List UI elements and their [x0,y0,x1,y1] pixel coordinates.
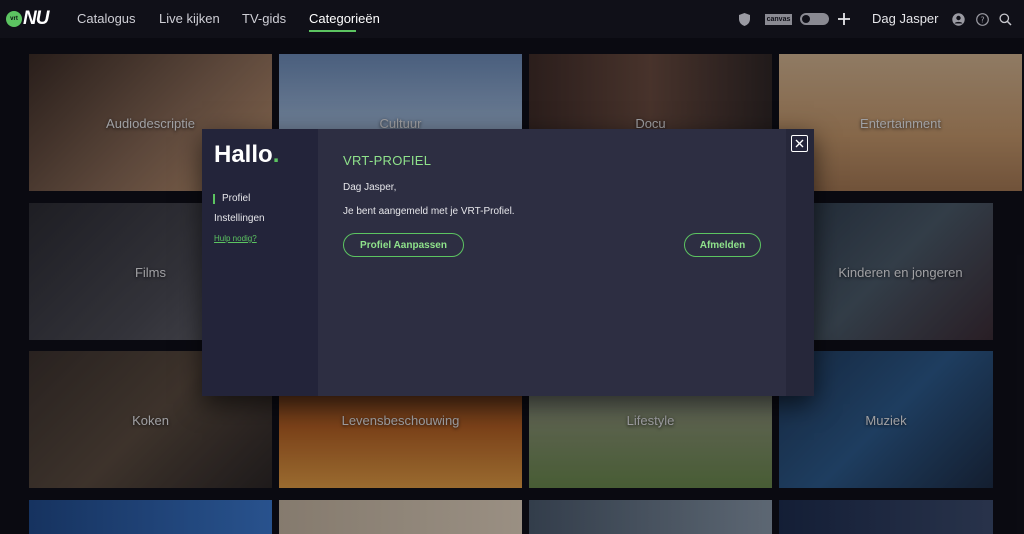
close-icon [795,139,804,148]
vrt-profile-modal: Hallo. Profiel Instellingen Hulp nodig? … [202,129,814,396]
user-greeting[interactable]: Dag Jasper [872,11,938,26]
nav-categorieen[interactable]: Categorieën [309,11,380,26]
logout-button[interactable]: Afmelden [684,233,761,257]
vrt-badge: vrt [6,11,22,27]
edit-profile-button[interactable]: Profiel Aanpassen [343,233,464,257]
sidebar-item-profiel[interactable]: Profiel [212,193,251,204]
logo-text: NU [23,8,49,29]
help-icon[interactable]: ? [974,11,990,27]
sidebar-item-label: Instellingen [214,213,265,224]
user-icon[interactable] [950,11,966,27]
ketnet-badge[interactable] [800,11,829,27]
svg-text:?: ? [980,15,984,24]
search-icon[interactable] [997,11,1013,27]
modal-content: VRT-PROFIEL Dag Jasper, Je bent aangemel… [318,129,786,396]
modal-greeting-line: Dag Jasper, [343,182,397,193]
plus-icon[interactable] [836,11,852,27]
greeting-text: Hallo [214,141,273,168]
help-link[interactable]: Hulp nodig? [214,234,257,243]
sidebar-item-instellingen[interactable]: Instellingen [214,213,265,224]
nav-live-kijken[interactable]: Live kijken [159,11,220,26]
modal-message: Je bent aangemeld met je VRT-Profiel. [343,206,515,217]
modal-greeting: Hallo. [214,141,279,169]
active-nav-indicator [309,30,356,32]
canvas-label: canvas [765,13,792,25]
modal-sidebar: Hallo. Profiel Instellingen Hulp nodig? [202,129,318,396]
vrt-nu-logo[interactable]: vrt NU [6,8,54,29]
canvas-badge[interactable]: canvas [765,11,792,27]
sidebar-item-label: Profiel [222,193,251,204]
nav-tv-gids[interactable]: TV-gids [242,11,286,26]
close-button[interactable] [791,135,808,152]
top-navigation: vrt NU Catalogus Live kijken TV-gids Cat… [0,0,1024,38]
modal-title: VRT-PROFIEL [343,153,432,168]
greeting-dot: . [272,141,280,168]
modal-edge [786,129,814,396]
shield-icon[interactable] [736,11,752,27]
nav-catalogus[interactable]: Catalogus [77,11,136,26]
